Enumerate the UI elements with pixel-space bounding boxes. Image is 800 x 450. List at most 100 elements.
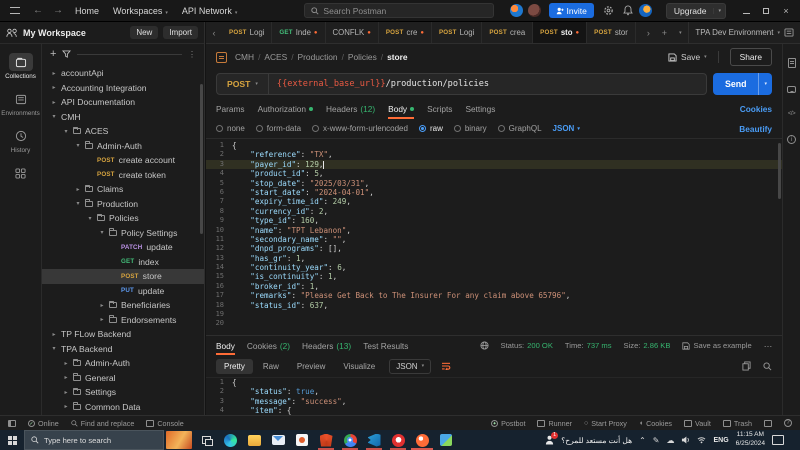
trash-button[interactable]: Trash [723, 419, 752, 428]
request-tab-scripts[interactable]: Scripts [427, 98, 452, 119]
tree-item-general[interactable]: ▸General [42, 371, 204, 386]
request-body-editor[interactable]: 1{2 "reference": "TX",3 "payer_id": 129,… [206, 138, 782, 335]
save-as-example-button[interactable]: Save as example [682, 341, 751, 350]
new-tab-button[interactable]: + [656, 22, 672, 43]
find-replace-button[interactable]: Find and replace [71, 419, 135, 428]
show-hidden-icons-chevron[interactable]: ⌃ [639, 436, 646, 445]
documentation-icon[interactable] [788, 58, 796, 68]
taskbar-search-input[interactable]: Type here to search [24, 430, 164, 450]
request-tab-authorization[interactable]: Authorization [258, 98, 313, 119]
response-tab-test-results[interactable]: Test Results [363, 336, 408, 355]
upgrade-button[interactable]: Upgrade ▾ [666, 3, 726, 19]
import-button[interactable]: Import [163, 26, 198, 39]
tree-item-api-documentation[interactable]: ▸API Documentation [42, 95, 204, 110]
chevron-right-icon[interactable]: ▸ [98, 302, 106, 309]
forward-icon[interactable]: → [53, 5, 63, 16]
send-button[interactable]: Send ▾ [713, 73, 772, 95]
pen-tray-icon[interactable]: ✎ [653, 436, 660, 445]
chevron-down-icon[interactable]: ▾ [704, 54, 707, 60]
tree-request-create-account[interactable]: POSTcreate account [42, 153, 204, 168]
postbot-button[interactable]: ✦Postbot [491, 419, 525, 428]
code-line[interactable]: 5 "stop_date": "2025/03/31", [206, 179, 782, 188]
body-mode-none[interactable]: none [216, 124, 245, 133]
taskbar-app-vscode[interactable] [362, 430, 386, 450]
help-icon[interactable]: ? [784, 419, 792, 427]
taskbar-app-explorer[interactable] [242, 430, 266, 450]
chevron-down-icon[interactable]: ▾ [86, 215, 94, 222]
response-more-icon[interactable]: ⋯ [764, 341, 772, 351]
request-tab[interactable]: POSTcrea [482, 22, 533, 43]
code-line[interactable]: 20 [206, 319, 782, 328]
back-icon[interactable]: ← [33, 5, 43, 16]
code-line[interactable]: 4 "item": { [206, 406, 782, 415]
chevron-down-icon[interactable]: ▾ [74, 200, 82, 207]
taskbar-app-photos[interactable] [434, 430, 458, 450]
search-collections-input[interactable] [77, 54, 182, 55]
body-mode-form-data[interactable]: form-data [256, 124, 301, 133]
workspace-title[interactable]: My Workspace [23, 28, 125, 38]
tree-request-create-token[interactable]: POSTcreate token [42, 168, 204, 183]
chevron-right-icon[interactable]: ▸ [50, 99, 58, 106]
rail-item-environments[interactable]: Environments [1, 87, 41, 120]
view-mode-pretty[interactable]: Pretty [216, 359, 253, 374]
tree-scrollbar[interactable] [200, 84, 203, 234]
tree-item-aces[interactable]: ▾ACES [42, 124, 204, 139]
chevron-down-icon[interactable]: ▾ [74, 142, 82, 149]
tree-item-settings[interactable]: ▸Settings [42, 385, 204, 400]
view-mode-preview[interactable]: Preview [289, 359, 333, 374]
breadcrumb-item[interactable]: CMH [235, 52, 254, 62]
response-format-select[interactable]: JSON ▾ [389, 359, 431, 374]
chevron-down-icon[interactable]: ▾ [98, 229, 106, 236]
send-options-chevron-icon[interactable]: ▾ [758, 73, 772, 95]
global-search-input[interactable]: Search Postman [304, 3, 494, 18]
console-button[interactable]: Console [146, 419, 183, 428]
chevron-right-icon[interactable]: ▸ [62, 389, 70, 396]
taskbar-app-brave[interactable] [314, 430, 338, 450]
breadcrumb-item[interactable]: ACES [264, 52, 287, 62]
breadcrumb-item[interactable]: Production [298, 52, 338, 62]
notifications-bell-icon[interactable] [623, 5, 633, 16]
copy-icon[interactable] [742, 361, 751, 371]
tree-item-accountapi[interactable]: ▸accountApi [42, 66, 204, 81]
tree-item-accounting-integration[interactable]: ▸Accounting Integration [42, 81, 204, 96]
environment-selector[interactable]: TPA Dev Environment ▾ [688, 22, 800, 43]
task-view-button[interactable] [194, 430, 218, 450]
nav-workspaces[interactable]: Workspaces▾ [113, 6, 168, 16]
code-line[interactable]: 3 "payer_id": 129, [206, 160, 782, 169]
request-tab-settings[interactable]: Settings [465, 98, 495, 119]
response-status[interactable]: Status:200 OK [501, 341, 553, 350]
filter-icon[interactable] [62, 50, 71, 58]
request-tab[interactable]: POSTstor [587, 22, 636, 43]
menu-icon[interactable] [10, 7, 20, 14]
nav-api-network[interactable]: API Network▾ [182, 6, 238, 16]
tree-request-update[interactable]: PATCHupdate [42, 240, 204, 255]
add-collection-button[interactable]: + [50, 48, 56, 60]
chevron-right-icon[interactable]: ▸ [50, 331, 58, 338]
request-tab-body[interactable]: Body [388, 98, 414, 119]
code-line[interactable]: 11 "secondary_name": "", [206, 235, 782, 244]
request-tab[interactable]: POSTsto● [533, 22, 587, 43]
request-tab[interactable]: POSTcre● [379, 22, 432, 43]
cloud-tray-icon[interactable]: ☁ [666, 436, 674, 445]
chevron-down-icon[interactable]: ▾ [62, 128, 70, 135]
taskbar-app-edge[interactable] [218, 430, 242, 450]
taskbar-app-postman[interactable] [410, 430, 434, 450]
scroll-tabs-left-icon[interactable]: ‹ [206, 22, 222, 43]
tree-item-beneficiaries[interactable]: ▸Beneficiaries [42, 298, 204, 313]
toggle-sidebar-icon[interactable] [8, 420, 16, 427]
response-time[interactable]: Time:737 ms [565, 341, 612, 350]
chevron-right-icon[interactable]: ▸ [50, 70, 58, 77]
start-button[interactable] [0, 430, 24, 450]
body-mode-graphql[interactable]: GraphQL [498, 124, 542, 133]
tree-item-tpa-backend[interactable]: ▾TPA Backend [42, 342, 204, 357]
body-mode-raw[interactable]: raw [419, 124, 443, 133]
chevron-right-icon[interactable]: ▸ [62, 374, 70, 381]
taskbar-app-store[interactable] [290, 430, 314, 450]
cookies-link[interactable]: Cookies [740, 104, 772, 114]
close-button[interactable]: × [776, 6, 796, 16]
save-button[interactable]: Save ▾ [668, 52, 707, 62]
share-button[interactable]: Share [730, 48, 772, 66]
rail-item-history[interactable]: History [1, 124, 41, 157]
chevron-down-icon[interactable]: ▾ [713, 8, 725, 14]
runner-button[interactable]: Runner [537, 419, 572, 428]
